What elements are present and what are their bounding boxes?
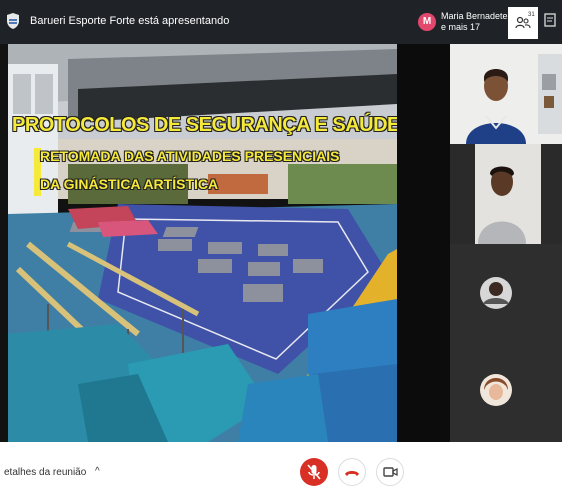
participant-names[interactable]: Maria Bernadete e mais 17: [441, 11, 508, 33]
camera-toggle-button[interactable]: [376, 458, 404, 486]
participant-tile[interactable]: [450, 144, 562, 244]
top-bar: Barueri Esporte Forte está apresentando …: [0, 0, 562, 44]
presentation-stage: PROTOCOLOS DE SEGURANÇA E SAÚDE PÚBLICA …: [0, 44, 450, 442]
avatar[interactable]: M: [418, 13, 436, 31]
slide-subtitle-line1: RETOMADA DAS ATIVIDADES PRESENCIAIS: [40, 148, 340, 164]
bottom-bar: etalhes da reunião ^: [0, 442, 562, 486]
slide-title: PROTOCOLOS DE SEGURANÇA E SAÚDE PÚBLICA: [12, 114, 397, 136]
presentation-slide: PROTOCOLOS DE SEGURANÇA E SAÚDE PÚBLICA …: [8, 44, 397, 442]
people-icon: [515, 16, 531, 29]
gymnasium-photo: [8, 44, 397, 442]
participant-avatar: [450, 244, 562, 342]
mic-toggle-button[interactable]: [300, 458, 328, 486]
end-call-icon: [345, 471, 359, 476]
camera-icon: [383, 467, 398, 477]
mic-off-icon: [307, 464, 321, 480]
participant-tile[interactable]: [450, 244, 562, 342]
participant-name: Maria Bernadete: [441, 11, 508, 21]
meeting-details-link[interactable]: etalhes da reunião: [4, 467, 86, 478]
participant-tile[interactable]: [450, 44, 562, 144]
participant-video: [450, 144, 562, 244]
people-count: 31: [528, 12, 535, 18]
presenter-status: Barueri Esporte Forte está apresentando: [30, 15, 230, 27]
stage-side-panel: [397, 44, 450, 442]
participant-more: e mais 17: [441, 22, 481, 32]
presenter-shield-icon: [7, 13, 19, 29]
participant-tile[interactable]: [450, 342, 562, 442]
chevron-up-icon[interactable]: ^: [95, 466, 100, 477]
participant-avatar: [450, 342, 562, 442]
participant-video: [450, 44, 562, 144]
people-button[interactable]: 31: [508, 7, 538, 39]
chat-icon[interactable]: [544, 13, 556, 29]
end-call-button[interactable]: [338, 458, 366, 486]
slide-subtitle-line2: DA GINÁSTICA ARTÍSTICA: [40, 176, 219, 192]
